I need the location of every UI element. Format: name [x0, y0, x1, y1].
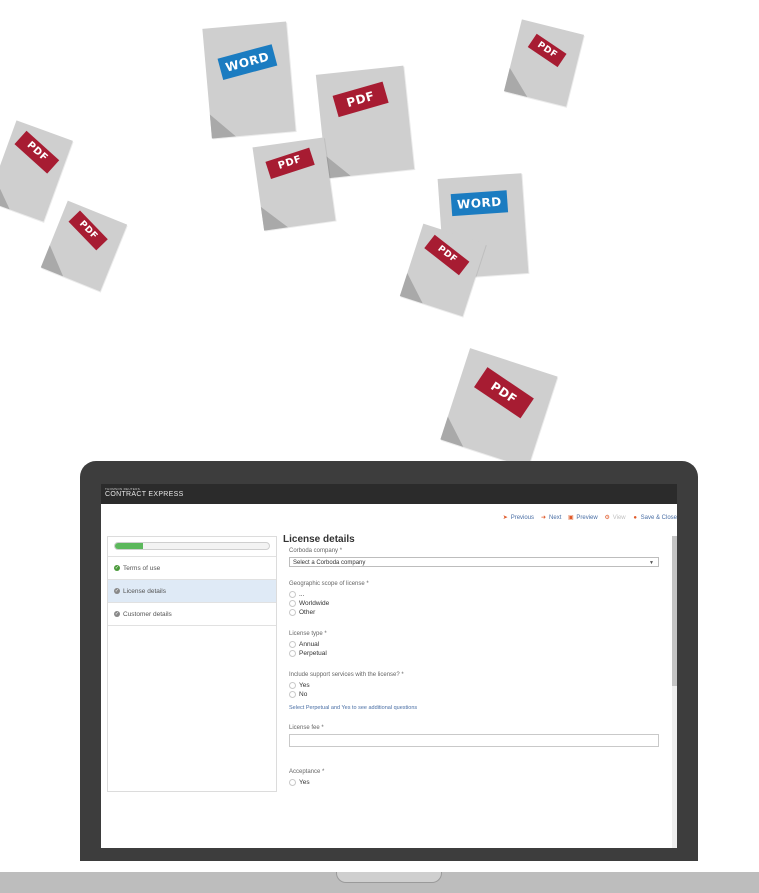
- scrollbar-thumb[interactable]: [672, 536, 677, 686]
- next-button[interactable]: ➜ Next: [540, 515, 561, 522]
- sidebar-item-terms-of-use[interactable]: ✓ Terms of use: [108, 556, 276, 579]
- word-tag: WORD: [450, 190, 509, 217]
- preview-icon: ▣: [568, 514, 574, 521]
- save-close-button[interactable]: ● Save & Close: [632, 515, 677, 522]
- sidebar-item-license-details[interactable]: ✓ License details: [108, 579, 276, 602]
- pdf-document-icon: PDF: [503, 19, 585, 107]
- pdf-document-icon: PDF: [315, 65, 415, 179]
- progress-bar: [114, 542, 270, 550]
- preview-button[interactable]: ▣ Preview: [567, 514, 598, 522]
- pdf-tag: PDF: [68, 210, 108, 251]
- option-label: Annual: [299, 641, 320, 648]
- app-brand: CONTRACT EXPRESS: [105, 491, 184, 498]
- check-icon: ✓: [114, 565, 120, 571]
- acceptance-label: Acceptance *: [289, 769, 325, 775]
- scope-option-other[interactable]: Other: [289, 608, 661, 617]
- option-label: Yes: [299, 682, 310, 689]
- pending-icon: ✓: [114, 588, 120, 594]
- progress-fill: [115, 543, 143, 549]
- form-title: License details: [283, 534, 355, 545]
- app-screen: THOMSON REUTERS CONTRACT EXPRESS ➤ Previo…: [101, 484, 677, 848]
- pdf-tag: PDF: [474, 367, 534, 419]
- pdf-tag: PDF: [14, 130, 60, 174]
- preview-label: Preview: [576, 515, 598, 521]
- hint-text: Select Perpetual and Yes to see addition…: [289, 705, 418, 711]
- previous-button[interactable]: ➤ Previous: [502, 515, 534, 522]
- pdf-document-icon: PDF: [440, 348, 558, 468]
- toolbar: ➤ Previous ➜ Next ▣ Preview ⚙ View ● Save & C…: [502, 512, 677, 524]
- pdf-document-icon: PDF: [252, 137, 336, 231]
- view-button[interactable]: ⚙ View: [604, 515, 626, 522]
- pdf-tag: PDF: [527, 33, 567, 68]
- sidebar-item-customer-details[interactable]: ✓ Customer details: [108, 602, 276, 626]
- scope-option-worldwide[interactable]: Worldwide: [289, 599, 661, 608]
- company-label: Corboda company *: [289, 548, 343, 554]
- radio-icon: [289, 650, 296, 657]
- arrow-left-icon: ➤: [502, 514, 508, 521]
- radio-icon: [289, 591, 296, 598]
- license-type-annual[interactable]: Annual: [289, 640, 661, 649]
- scope-label: Geographic scope of license *: [289, 581, 369, 587]
- acceptance-yes[interactable]: Yes: [289, 778, 661, 787]
- radio-icon: [289, 609, 296, 616]
- arrow-right-icon: ➜: [541, 514, 547, 521]
- company-select-value: Select a Corboda company: [293, 560, 366, 566]
- gear-icon: ⚙: [604, 514, 610, 521]
- license-fee-label: License fee *: [289, 725, 324, 731]
- pdf-tag: PDF: [332, 81, 389, 118]
- license-fee-input[interactable]: [289, 734, 659, 747]
- option-label: ...: [299, 591, 305, 598]
- word-document-icon: WORD: [202, 21, 296, 139]
- option-label: Yes: [299, 779, 310, 786]
- option-label: Perpetual: [299, 650, 327, 657]
- pdf-tag: PDF: [265, 147, 315, 180]
- radio-icon: [289, 779, 296, 786]
- pdf-document-icon: PDF: [40, 200, 128, 292]
- support-no[interactable]: No: [289, 690, 661, 699]
- sidebar-item-label: Terms of use: [123, 564, 161, 572]
- scope-option-blank[interactable]: ...: [289, 590, 661, 599]
- pdf-document-icon: PDF: [0, 120, 73, 222]
- radio-icon: [289, 600, 296, 607]
- license-type-label: License type *: [289, 631, 327, 637]
- save-icon: ●: [633, 514, 637, 521]
- pdf-tag: PDF: [424, 234, 470, 276]
- radio-icon: [289, 682, 296, 689]
- chevron-down-icon: ▼: [649, 560, 654, 566]
- company-select[interactable]: Select a Corboda company ▼: [289, 557, 659, 567]
- previous-label: Previous: [510, 515, 535, 521]
- option-label: Worldwide: [299, 600, 330, 607]
- sidebar: ✓ Terms of use ✓ License details ✓ Custo…: [107, 536, 277, 792]
- license-type-perpetual[interactable]: Perpetual: [289, 649, 661, 658]
- word-tag: WORD: [217, 44, 278, 80]
- view-label: View: [612, 515, 626, 521]
- scrollbar[interactable]: [672, 536, 677, 848]
- save-close-label: Save & Close: [640, 515, 677, 521]
- support-label: Include support services with the licens…: [289, 672, 404, 678]
- radio-icon: [289, 691, 296, 698]
- option-label: No: [299, 691, 308, 698]
- form-area: License details Corboda company * Select…: [281, 534, 661, 787]
- sidebar-item-label: License details: [123, 587, 166, 595]
- pending-icon: ✓: [114, 611, 120, 617]
- laptop-notch: [336, 872, 442, 883]
- app-header: THOMSON REUTERS CONTRACT EXPRESS: [101, 484, 677, 504]
- radio-icon: [289, 641, 296, 648]
- next-label: Next: [549, 515, 562, 521]
- sidebar-item-label: Customer details: [123, 610, 172, 618]
- support-yes[interactable]: Yes: [289, 681, 661, 690]
- option-label: Other: [299, 609, 316, 616]
